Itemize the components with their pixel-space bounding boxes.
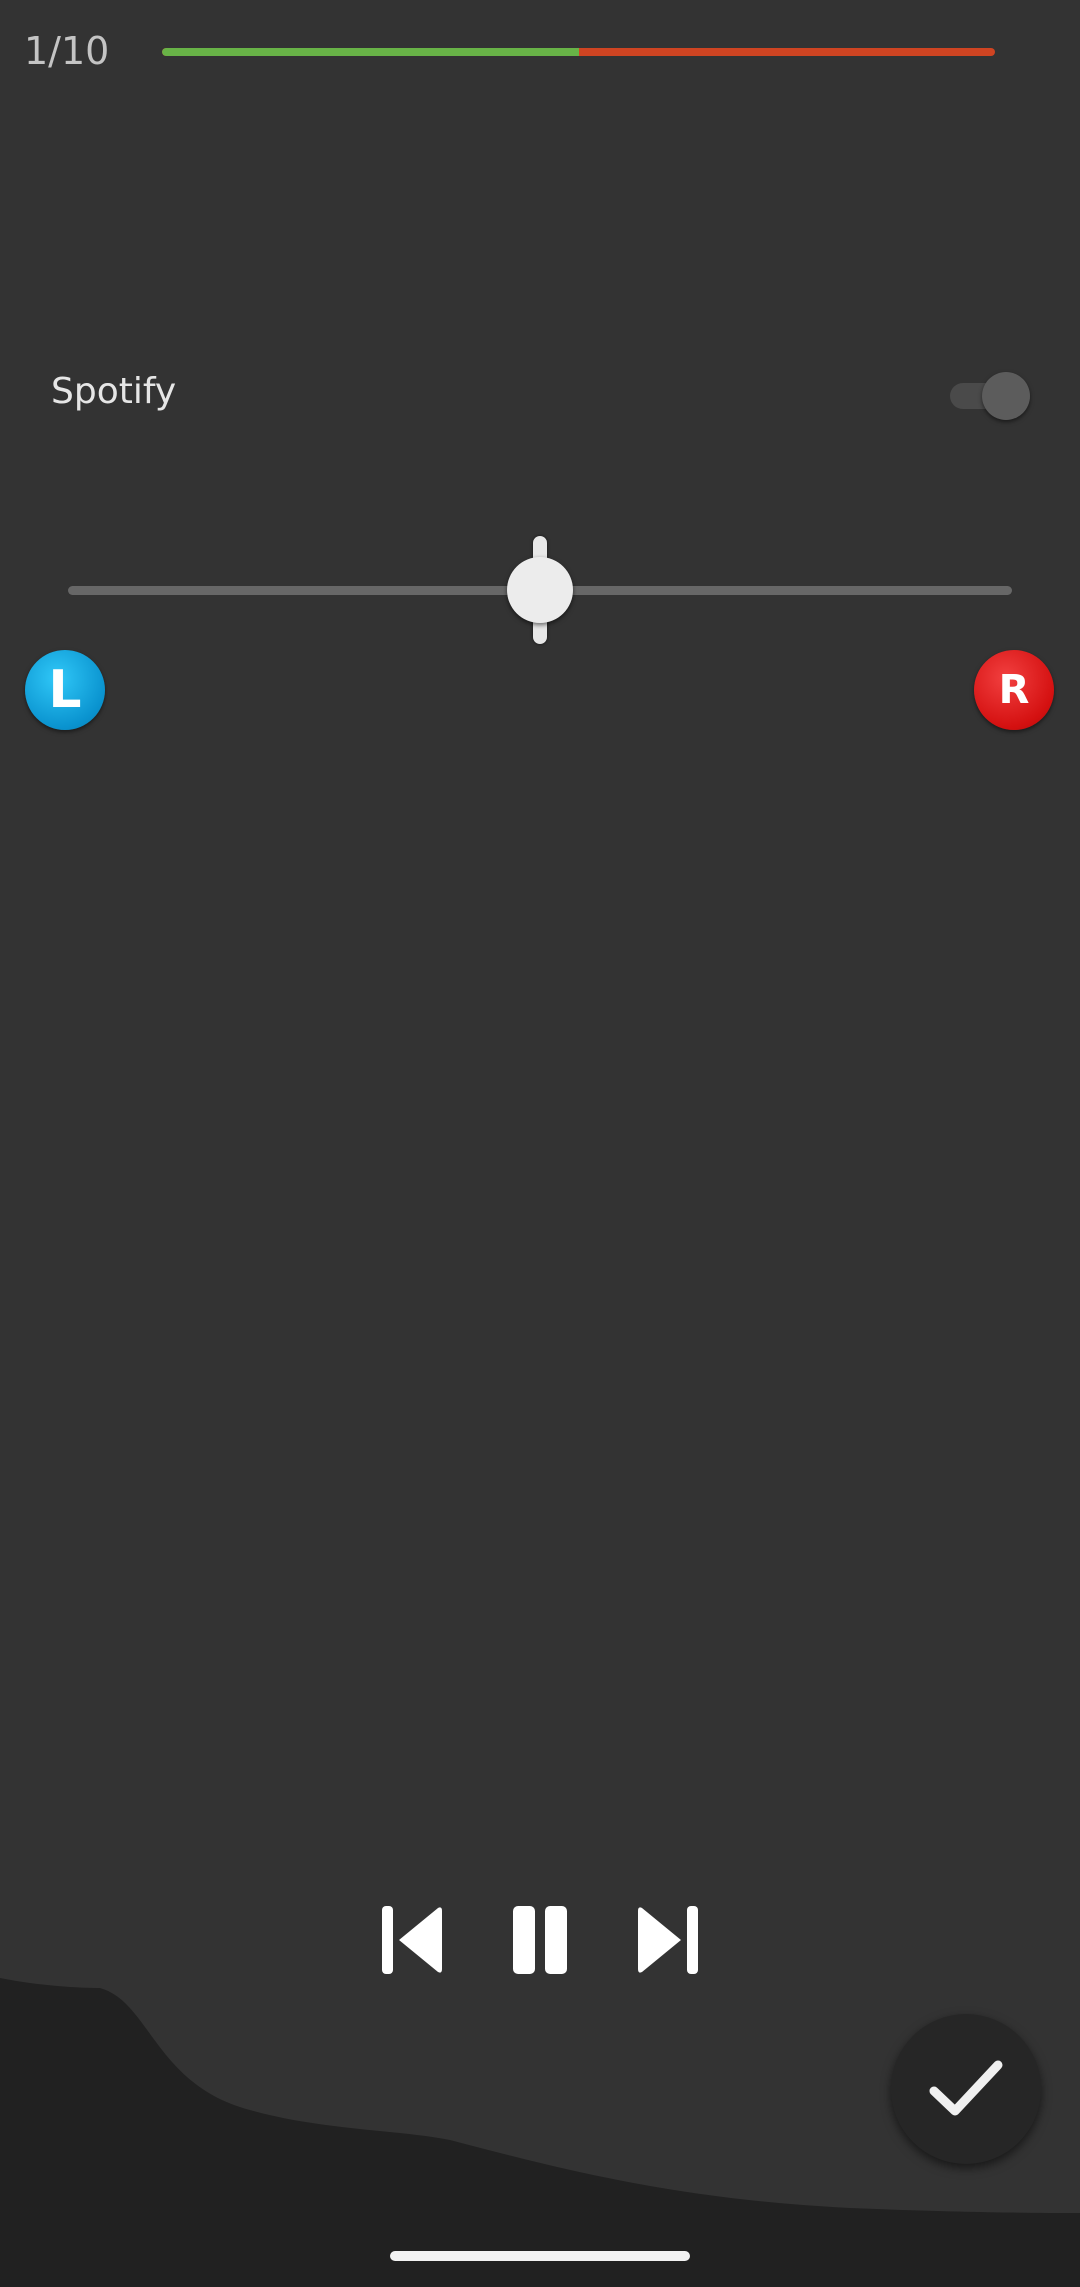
right-channel-badge: R: [974, 650, 1054, 730]
balance-slider[interactable]: [68, 530, 1012, 650]
left-channel-badge: L: [25, 650, 105, 730]
pause-icon: [513, 1906, 567, 1974]
pause-button[interactable]: [500, 1900, 580, 1980]
previous-track-button[interactable]: [370, 1900, 450, 1980]
source-label: Spotify: [51, 371, 177, 412]
progress-bar-fill: [162, 48, 579, 56]
home-indicator[interactable]: [390, 2251, 690, 2261]
step-counter: 1/10: [24, 29, 110, 73]
balance-test-screen: 1/10 Spotify L R: [0, 0, 1080, 2287]
source-toggle[interactable]: [950, 372, 1034, 420]
media-controls: [370, 1900, 710, 1980]
toggle-thumb: [982, 372, 1030, 420]
check-icon: [929, 2060, 1003, 2116]
skip-previous-icon: [382, 1906, 442, 1974]
confirm-button[interactable]: [891, 2014, 1041, 2164]
slider-thumb[interactable]: [507, 557, 573, 623]
progress-bar: [162, 48, 995, 56]
next-track-button[interactable]: [630, 1900, 710, 1980]
skip-next-icon: [638, 1906, 698, 1974]
